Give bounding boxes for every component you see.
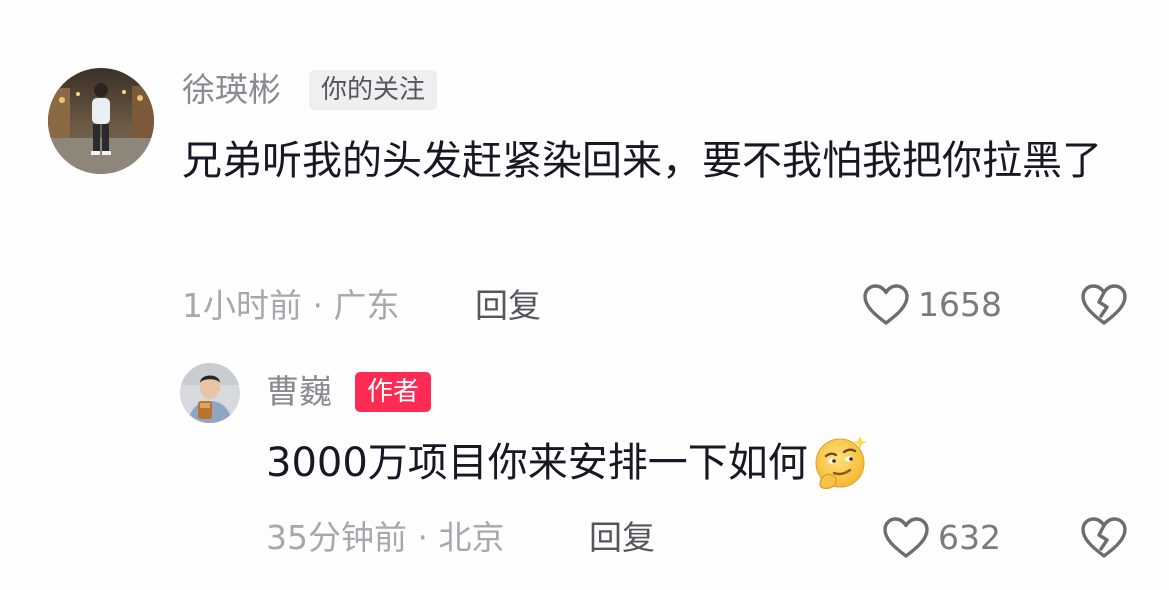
author-badge: 作者 (355, 372, 432, 412)
thinking-smirk-emoji (815, 436, 867, 489)
avatar[interactable] (48, 68, 154, 174)
comment-username[interactable]: 徐瑛彬 (182, 70, 281, 110)
reply-button[interactable]: 回复 (475, 286, 541, 326)
broken-heart-icon (1081, 284, 1127, 325)
like-button[interactable]: 632 (882, 516, 1001, 560)
user-avatar-image (180, 363, 240, 423)
broken-heart-icon (1081, 517, 1127, 558)
dislike-button[interactable] (1080, 283, 1128, 331)
comment-meta: 35分钟前 · 北京 (266, 518, 505, 557)
reply-button[interactable]: 回复 (589, 518, 655, 558)
comment-text: 兄弟听我的头发赶紧染回来，要不我怕我把你拉黑了 (182, 138, 1102, 184)
comment-text: 3000万项目你来安排一下如何 (266, 423, 1086, 503)
like-count: 1658 (918, 285, 1002, 324)
comment-meta: 1小时前 · 广东 (182, 286, 400, 325)
avatar[interactable] (180, 363, 240, 423)
following-badge: 你的关注 (309, 70, 438, 110)
comment-text-content: 3000万项目你来安排一下如何 (266, 440, 808, 486)
user-avatar-image (48, 68, 154, 174)
heart-outline-icon (863, 284, 909, 325)
comment-username[interactable]: 曹巍 (266, 372, 332, 412)
heart-outline-icon (883, 517, 929, 558)
dislike-button[interactable] (1080, 516, 1128, 564)
like-count: 632 (938, 518, 1001, 557)
like-button[interactable]: 1658 (862, 283, 1002, 327)
